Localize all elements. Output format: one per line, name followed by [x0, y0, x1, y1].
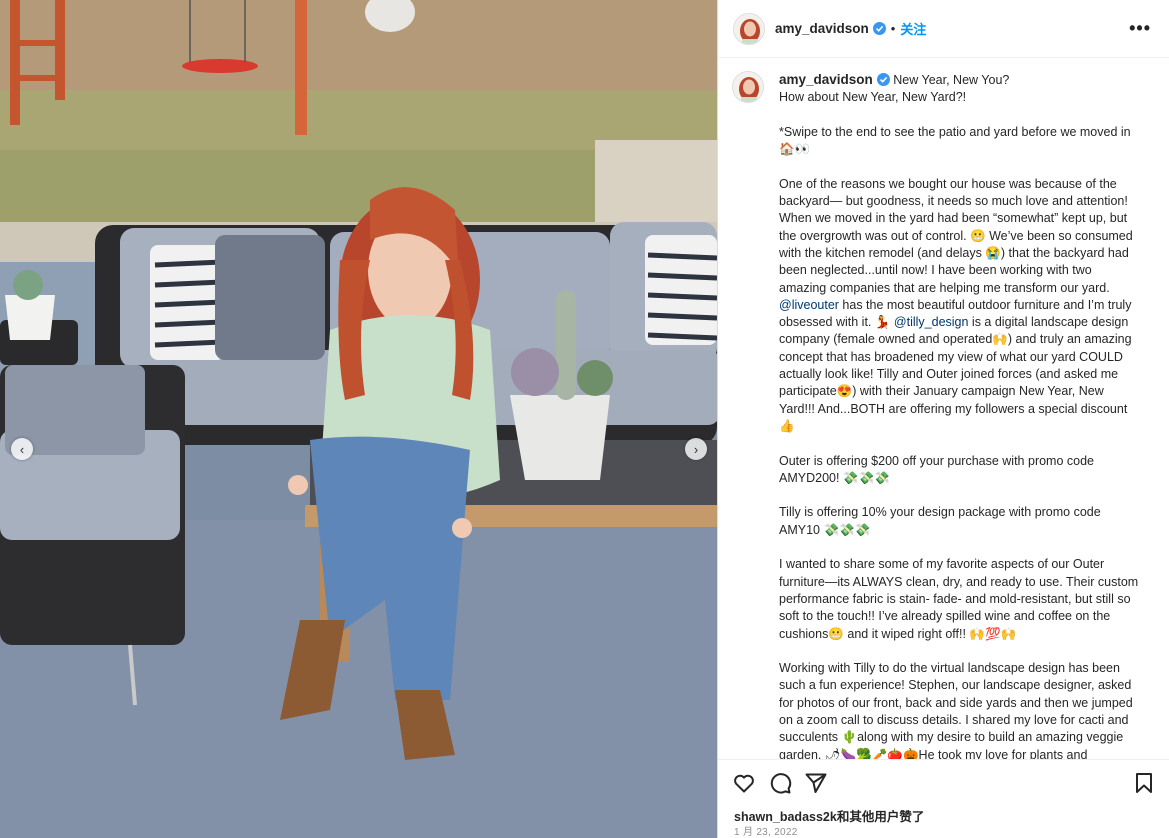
- caption-line: Tilly is offering 10% your design packag…: [779, 505, 1101, 520]
- caption-line: One of the reasons we bought our house w…: [779, 176, 1117, 191]
- post-author-username[interactable]: amy_davidson: [775, 21, 869, 36]
- separator-dot: •: [890, 21, 896, 36]
- caption-line: for photos of our front, back and side y…: [779, 695, 1133, 710]
- caption-line: performance fabric is stain- fade- and m…: [779, 591, 1131, 606]
- caption-line: [779, 158, 1144, 175]
- avatar[interactable]: [733, 12, 765, 45]
- caption-line: backyard— but goodness, it needs so much…: [779, 194, 1128, 209]
- caption-line: obsessed with it. 💃 @tilly_design is a d…: [779, 315, 1129, 330]
- bookmark-icon[interactable]: [1132, 771, 1156, 795]
- caption-line: the overgrowth was out of control. 😬 We’…: [779, 228, 1133, 243]
- avatar-image: [733, 72, 763, 102]
- caption-first-line: amy_davidson New Year, New You?: [779, 71, 1144, 89]
- caption-line: @liveouter has the most beautiful outdoo…: [779, 297, 1132, 312]
- caption-line: AMY10 💸💸💸: [779, 522, 871, 537]
- caption-line: AMYD200! 💸💸💸: [779, 470, 890, 485]
- caption-line: [779, 539, 1144, 556]
- caption-avatar[interactable]: [732, 71, 764, 103]
- caption-line: furniture—its ALWAYS clean, dry, and rea…: [779, 574, 1139, 589]
- caption: amy_davidson New Year, New You? How abou…: [732, 71, 1156, 759]
- caption-line: Working with Tilly to do the virtual lan…: [779, 661, 1120, 676]
- caption-line: succulents 🌵along with my desire to buil…: [779, 730, 1124, 745]
- caption-line: I wanted to share some of my favorite as…: [779, 557, 1105, 572]
- photo-illustration: [0, 0, 717, 838]
- caption-line: 👍: [779, 418, 795, 433]
- post-side-panel: amy_davidson • 关注 ••• amy_davidson New Y…: [717, 0, 1169, 838]
- caption-line: concept that has broadened my view of wh…: [779, 349, 1123, 364]
- caption-text: amy_davidson New Year, New You? How abou…: [779, 71, 1144, 759]
- more-options-button[interactable]: •••: [1129, 18, 1151, 39]
- caption-line: actually look like! Tilly and Outer join…: [779, 367, 1119, 382]
- post-date: 1 月 23, 2022: [734, 827, 798, 838]
- caption-title: New Year, New You?: [893, 73, 1010, 87]
- post-viewer: ‹ › amy_davidson • 关注 ••• amy_davidson N…: [0, 0, 1169, 838]
- avatar-image: [734, 13, 764, 44]
- caption-line: on a zoom call to discuss details. I sha…: [779, 712, 1129, 727]
- caption-line: company (female owned and operated🙌) and…: [779, 332, 1132, 347]
- post-header: amy_davidson • 关注 •••: [718, 0, 1169, 58]
- verified-icon: [872, 22, 886, 35]
- action-bar: [718, 759, 1169, 804]
- caption-line: with the kitchen remodel (and delays 😭) …: [779, 245, 1129, 260]
- comment-icon[interactable]: [768, 771, 792, 795]
- next-photo-button[interactable]: ›: [685, 438, 707, 460]
- caption-line: How about New Year, New Yard?!: [779, 90, 967, 105]
- caption-line: Yard!!! And...BOTH are offering my follo…: [779, 401, 1128, 416]
- caption-line: participate😍) with their January campaig…: [779, 384, 1104, 399]
- mention-link[interactable]: @liveouter: [779, 298, 839, 312]
- caption-username[interactable]: amy_davidson: [779, 72, 873, 87]
- caption-line: [779, 107, 1144, 124]
- caption-scroll-area[interactable]: amy_davidson New Year, New You? How abou…: [718, 59, 1169, 759]
- caption-line: 🏠👀: [779, 142, 811, 157]
- heart-icon[interactable]: [732, 771, 756, 795]
- caption-line: cushions😬 and it wiped right off!! 🙌💯🙌: [779, 626, 1017, 641]
- verified-icon: [876, 73, 890, 86]
- caption-line: [779, 487, 1144, 504]
- follow-button[interactable]: 关注: [900, 19, 926, 38]
- share-icon[interactable]: [804, 771, 828, 795]
- previous-photo-button[interactable]: ‹: [11, 438, 33, 460]
- caption-line: been neglected...until now! I have been …: [779, 263, 1092, 278]
- caption-line: [779, 643, 1144, 660]
- mention-link[interactable]: @tilly_design: [894, 315, 969, 329]
- caption-line: [779, 435, 1144, 452]
- caption-line: amazing companies that are helping me tr…: [779, 280, 1110, 295]
- caption-line: garden. 🌶🍆🥦🥕🍅🎃He took my love for plants…: [779, 747, 1088, 759]
- caption-line: *Swipe to the end to see the patio and y…: [779, 124, 1131, 139]
- caption-line: such a fun experience! Stephen, our land…: [779, 678, 1132, 693]
- post-photo[interactable]: ‹ ›: [0, 0, 717, 838]
- caption-line: When we moved in the yard had been “some…: [779, 211, 1128, 226]
- caption-line: soft to the touch!! I’ve already spilled…: [779, 609, 1111, 624]
- caption-line: Outer is offering $200 off your purchase…: [779, 453, 1094, 468]
